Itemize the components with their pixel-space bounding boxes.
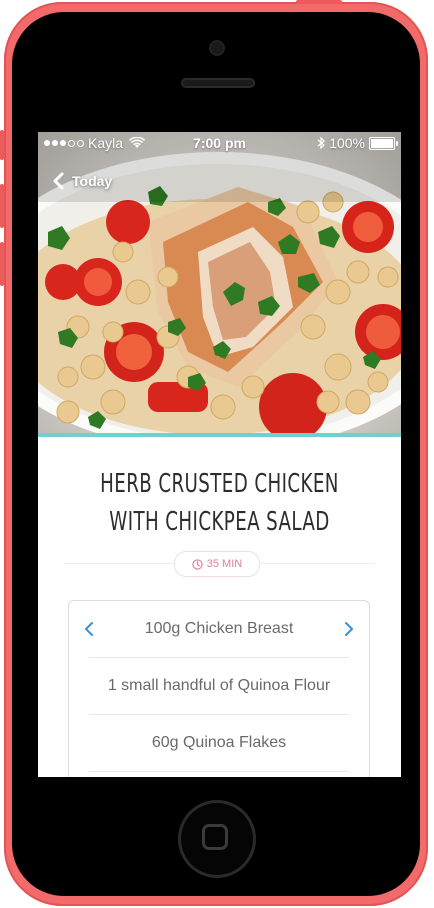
ingredient-item: 60g Quinoa Flakes — [89, 715, 349, 772]
ingredient-label: 1 small handful of Quinoa Flour — [107, 677, 331, 694]
chevron-left-icon — [53, 172, 64, 190]
volume-down-button — [0, 242, 4, 286]
cook-time-value: 35 MIN — [206, 558, 243, 570]
status-bar: Kayla 7:00 pm 100% — [38, 132, 401, 154]
recipe-title: HERB CRUSTED CHICKEN WITH CHICKPEA SALAD — [100, 469, 339, 537]
battery-icon — [369, 136, 398, 150]
ingredient-item: 1 small handful of Quinoa Flour — [89, 658, 349, 715]
silent-switch — [0, 130, 4, 160]
home-button[interactable] — [178, 800, 256, 878]
ingredients-card: 100g Chicken Breast 1 small handful of Q… — [68, 600, 370, 777]
ingredient-label: 60g Quinoa Flakes — [151, 734, 287, 751]
bluetooth-icon — [317, 137, 326, 149]
back-button-label: Today — [72, 173, 113, 189]
cook-time-badge: 35 MIN — [174, 551, 260, 577]
sleep-button — [296, 0, 342, 4]
front-camera — [211, 42, 223, 54]
home-button-square — [202, 824, 228, 850]
volume-up-button — [0, 184, 4, 228]
status-right: 100% — [317, 135, 398, 151]
earpiece-speaker — [181, 78, 255, 88]
clock-icon — [192, 558, 203, 570]
back-button[interactable]: Today — [52, 172, 112, 190]
hero-accent-strip — [38, 433, 401, 437]
app-screen: Kayla 7:00 pm 100% Today HERB CRUSTED CH… — [38, 132, 401, 777]
ingredient-label: 100g Chicken Breast — [144, 620, 294, 637]
battery-percentage: 100% — [329, 135, 365, 151]
ingredient-item: 100g Chicken Breast — [89, 601, 349, 658]
